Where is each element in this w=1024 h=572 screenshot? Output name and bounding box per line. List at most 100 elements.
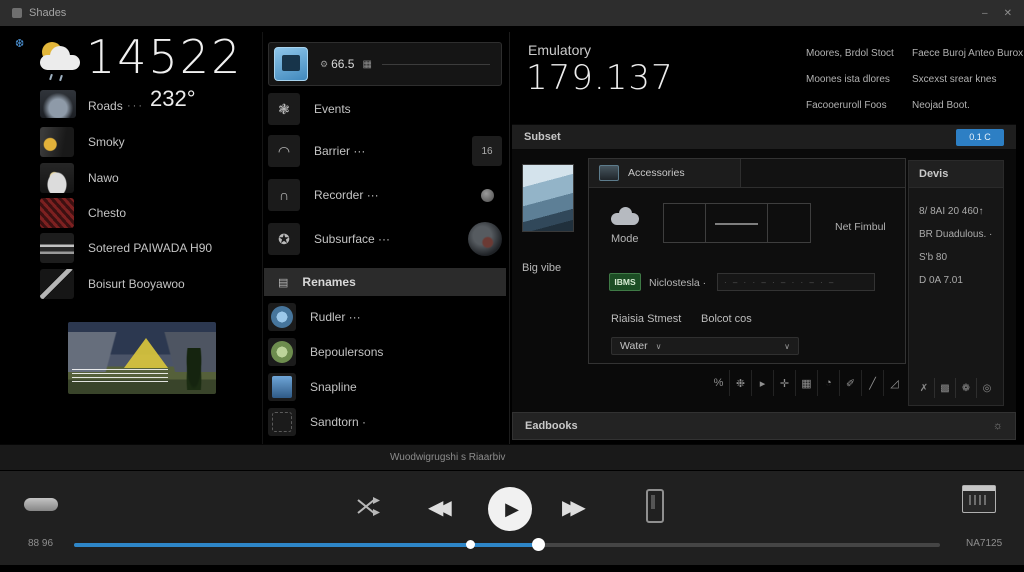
chevron-down-icon: ∨: [784, 341, 790, 351]
forward-button[interactable]: ▶▶: [562, 495, 586, 520]
list-item[interactable]: Rudler ···: [268, 302, 502, 332]
segment-option-selected[interactable]: [706, 204, 768, 242]
field-label: Niclostesla ·: [649, 277, 707, 289]
status-dot-icon: [481, 188, 494, 202]
minimize-button[interactable]: –: [982, 8, 988, 19]
rewind-button[interactable]: ◀◀: [428, 495, 452, 520]
play-button-small[interactable]: ▸: [751, 370, 773, 396]
remaining-time: NA7125: [966, 538, 1003, 549]
grid-button-small[interactable]: ▩: [934, 378, 955, 398]
details-line: S'b 80: [919, 252, 948, 263]
list-item[interactable]: Bepoulersons: [268, 337, 502, 367]
link[interactable]: Neojad Boot.: [912, 100, 1024, 111]
preview-thumbnail[interactable]: [522, 164, 574, 232]
roads-label: Roads: [88, 99, 123, 113]
link[interactable]: Facooeruroll Foos: [806, 100, 906, 111]
static-label: Riaisia Stmest: [611, 313, 682, 325]
roads-thumbnail[interactable]: [40, 90, 76, 118]
app-icon: [12, 8, 22, 18]
segment-option[interactable]: [768, 204, 810, 242]
details-footer-toolbar: ✗ ▩ ❁ ◎: [914, 378, 997, 398]
link[interactable]: Faece Buroj Anteo Burox: [912, 48, 1024, 59]
list-item[interactable]: Smoky: [40, 126, 254, 158]
subset-header-bar: Subset 0.1 C: [512, 124, 1016, 150]
list-item[interactable]: ✪ Subsurface ···: [268, 222, 502, 256]
mode-segmented-control[interactable]: [663, 203, 811, 243]
list-item-label: Sandtorn ·: [310, 415, 367, 429]
tab-accessories[interactable]: Accessories: [589, 159, 741, 187]
cloud-icon: [40, 55, 80, 70]
selected-list-item[interactable]: ⚙ 66.5 ▦: [268, 42, 502, 86]
grid-icon: ▦: [362, 58, 372, 70]
subset-toolbar: % ❉ ▸ ✛ ▦ ◔ ✐ ╱ ◿: [708, 370, 905, 396]
count-badge: 16: [472, 136, 502, 166]
plus-button[interactable]: ✛: [773, 370, 795, 396]
chart-button[interactable]: ◿: [883, 370, 905, 396]
close-button[interactable]: ✕: [1004, 8, 1012, 19]
dialog-body: Mode Net Fimbul IBMS Niclostesla · · – ·…: [589, 187, 905, 363]
section-header-renames[interactable]: ▤ Renames: [264, 268, 506, 296]
water-streaks-art: [72, 369, 168, 382]
list-item[interactable]: ◠ Barrier ··· 16: [268, 134, 502, 168]
landscape-photo[interactable]: [68, 322, 216, 394]
status-bar: Wuodwigrugshi s Riaarbiv: [0, 444, 1024, 470]
flower-button[interactable]: ❉: [729, 370, 751, 396]
list-item-thumbnail: [40, 127, 74, 157]
text-input[interactable]: · – · · – · – · · – · –: [717, 273, 875, 291]
pencil-icon: ✐: [845, 377, 856, 390]
details-panel: Devis 8/ 8AI 20 460↑ BR Duadulous. · S'b…: [908, 160, 1004, 406]
progress-handle[interactable]: [532, 538, 546, 551]
flower-icon: ❁: [961, 382, 971, 394]
list-item-label: Events: [314, 102, 351, 116]
sun-icon: ☼: [992, 420, 1003, 432]
warning-triangle-art: [124, 338, 168, 368]
percent-button[interactable]: %: [708, 370, 729, 396]
pill-icon[interactable]: [24, 498, 58, 511]
circle-button-small[interactable]: ◎: [976, 378, 997, 398]
tree-art: [186, 348, 202, 390]
clock-button[interactable]: ◔: [817, 370, 839, 396]
list-item[interactable]: Nawo: [40, 162, 254, 194]
dialog-tabbar: Accessories: [589, 159, 905, 188]
list-item[interactable]: ∩ Recorder ···: [268, 178, 502, 212]
list-item-thumbnail: [40, 198, 74, 228]
slash-button[interactable]: ╱: [861, 370, 883, 396]
list-item[interactable]: Sandtorn ·: [268, 407, 502, 437]
grid-button[interactable]: ▦: [795, 370, 817, 396]
subset-content-area: Big vibe Accessories Mode Net Fimbul IBM…: [512, 150, 1016, 412]
mode-label: Mode: [611, 233, 639, 245]
list-item[interactable]: Chesto: [40, 197, 254, 229]
list-item[interactable]: Sotered PAIWADA H90: [40, 232, 254, 264]
progress-track[interactable]: [74, 538, 940, 551]
pencil-button[interactable]: ✐: [839, 370, 861, 396]
link[interactable]: Moores, Brdol Stoct: [806, 48, 906, 59]
list-item[interactable]: ❃ Events: [268, 92, 502, 126]
eadbooks-header-bar[interactable]: Eadbooks ☼: [512, 412, 1016, 440]
select-value: Water: [620, 340, 648, 352]
rain-icon: [59, 74, 63, 82]
subsurface-icon: ✪: [278, 230, 290, 247]
rudler-icon: [271, 306, 293, 328]
queue-icon[interactable]: [646, 489, 664, 523]
list-item[interactable]: Boisurt Booyawoo: [40, 268, 254, 300]
list-item[interactable]: Snapline: [268, 372, 502, 402]
subset-action-button[interactable]: 0.1 C: [956, 128, 1004, 146]
grid-icon: ▦: [801, 377, 812, 390]
subset-title: Subset: [524, 131, 561, 143]
dash-indicator: [715, 223, 758, 225]
display-button[interactable]: [962, 485, 996, 513]
events-icon: ❃: [278, 100, 290, 117]
close-button-small[interactable]: ✗: [914, 378, 934, 398]
link[interactable]: Moones ista dlores: [806, 74, 906, 85]
ellipsis-text: ···: [127, 100, 144, 112]
weather-icon: [36, 42, 84, 84]
play-button[interactable]: ▶: [488, 487, 532, 531]
shuffle-button[interactable]: [356, 497, 380, 517]
flower-button-small[interactable]: ❁: [955, 378, 976, 398]
progress-marker[interactable]: [465, 540, 475, 549]
list-item-label: Boisurt Booyawoo: [88, 277, 185, 291]
segment-option[interactable]: [664, 204, 707, 242]
section-title: Renames: [302, 275, 356, 289]
water-select[interactable]: Water ∨ ∨: [611, 337, 799, 355]
link[interactable]: Sxcexst srear knes: [912, 74, 1024, 85]
